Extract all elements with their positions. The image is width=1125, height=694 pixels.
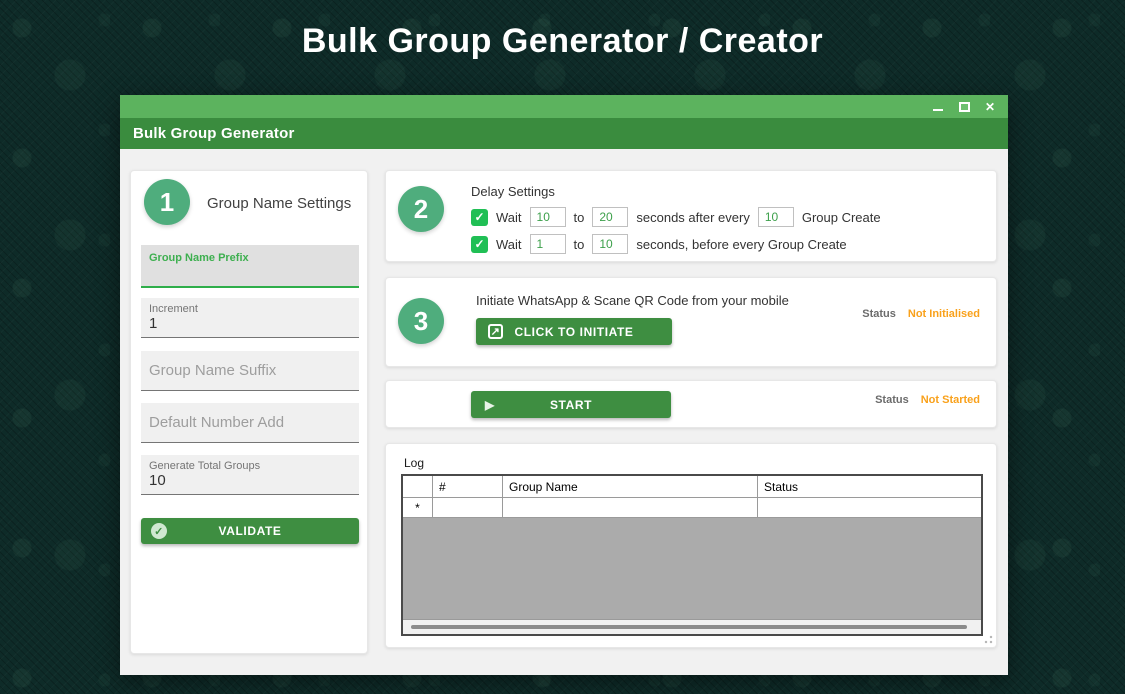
start-status-value: Not Started xyxy=(920,394,980,406)
wait-before-label: Wait xyxy=(496,236,522,252)
verified-badge-icon: ✓ xyxy=(151,523,167,539)
minimize-button[interactable] xyxy=(928,98,948,115)
start-button-label: START xyxy=(549,397,593,412)
log-grid-horizontal-scrollbar[interactable] xyxy=(403,619,981,634)
wait-before-to-input[interactable] xyxy=(592,234,629,254)
column-header-group-name: Group Name xyxy=(503,476,758,497)
start-card: ▶ START Status Not Started xyxy=(385,380,997,428)
launch-icon: ↗ xyxy=(488,324,503,339)
new-row-marker: * xyxy=(403,498,433,517)
delay-settings-title: Delay Settings xyxy=(471,184,555,199)
minimize-icon xyxy=(933,108,943,111)
group-name-prefix-label: Group Name Prefix xyxy=(149,252,249,264)
increment-label: Increment xyxy=(149,303,198,315)
scrollbar-thumb[interactable] xyxy=(411,625,967,629)
initiate-button-label: CLICK TO INITIATE xyxy=(514,324,634,339)
initiate-status-value: Not Initialised xyxy=(907,308,980,320)
row-selector-header xyxy=(403,476,433,497)
seconds-before-every-label: seconds, before every Group Create xyxy=(636,236,847,252)
new-row-cell-number[interactable] xyxy=(433,498,503,517)
window-title: Bulk Group Generator xyxy=(120,118,1008,149)
play-icon: ▶ xyxy=(485,397,495,412)
initiate-card: 3 Initiate WhatsApp & Scane QR Code from… xyxy=(385,277,997,367)
step-3-badge: 3 xyxy=(398,298,444,344)
group-create-label: Group Create xyxy=(801,209,881,225)
group-name-suffix-field[interactable] xyxy=(141,351,359,391)
wait-before-from-input[interactable] xyxy=(529,234,566,254)
group-name-prefix-input[interactable] xyxy=(141,264,359,281)
validate-button[interactable]: ✓ VALIDATE xyxy=(141,518,359,544)
generate-total-groups-label: Generate Total Groups xyxy=(149,460,261,472)
initiate-status-row: Status Not Initialised xyxy=(862,308,980,320)
click-to-initiate-button[interactable]: ↗ CLICK TO INITIATE xyxy=(476,318,672,345)
default-number-add-input[interactable] xyxy=(141,403,359,442)
page-title: Bulk Group Generator / Creator xyxy=(301,22,824,60)
new-row-cell-group-name[interactable] xyxy=(503,498,758,517)
log-grid-header: # Group Name Status xyxy=(403,476,981,498)
initiate-status-label: Status xyxy=(862,308,896,320)
check-icon: ✓ xyxy=(474,209,485,224)
start-status-row: Status Not Started xyxy=(875,394,980,406)
wait-after-checkbox[interactable]: ✓ xyxy=(471,208,488,226)
check-icon: ✓ xyxy=(474,236,485,251)
window-control-strip: ✕ xyxy=(120,95,1008,118)
new-row-cell-status[interactable] xyxy=(758,498,981,517)
start-button[interactable]: ▶ START xyxy=(471,391,671,418)
step-1-title: Group Name Settings xyxy=(207,195,352,212)
resize-grip[interactable] xyxy=(984,635,993,644)
wait-after-label: Wait xyxy=(496,209,522,225)
group-name-prefix-field[interactable]: Group Name Prefix xyxy=(141,245,359,288)
column-header-number: # xyxy=(433,476,503,497)
increment-field[interactable]: Increment xyxy=(141,298,359,338)
column-header-status: Status xyxy=(764,479,799,494)
seconds-after-every-label: seconds after every xyxy=(636,209,750,225)
wait-after-to-input[interactable] xyxy=(592,207,629,227)
close-button[interactable]: ✕ xyxy=(980,98,1000,115)
step-2-badge: 2 xyxy=(398,186,444,232)
delay-after-row: ✓ Wait to seconds after every Group Crea… xyxy=(471,207,881,227)
group-name-suffix-input[interactable] xyxy=(141,351,359,390)
log-grid-new-row: * xyxy=(403,498,981,518)
log-card: Log # Group Name Status * xyxy=(385,443,997,648)
log-title: Log xyxy=(404,456,425,470)
log-grid: # Group Name Status * xyxy=(401,474,983,636)
delay-settings-card: 2 Delay Settings ✓ Wait to seconds after… xyxy=(385,170,997,262)
app-window: ✕ Bulk Group Generator 1 Group Name Sett… xyxy=(120,95,1008,675)
validate-button-label: VALIDATE xyxy=(218,524,282,538)
step-1-badge: 1 xyxy=(144,179,190,225)
delay-before-row: ✓ Wait to seconds, before every Group Cr… xyxy=(471,234,847,254)
default-number-add-field[interactable] xyxy=(141,403,359,443)
generate-total-groups-input[interactable] xyxy=(141,472,359,489)
generate-total-groups-field[interactable]: Generate Total Groups xyxy=(141,455,359,495)
window-body: 1 Group Name Settings Group Name Prefix … xyxy=(120,149,1008,675)
log-grid-empty-area xyxy=(403,518,981,619)
close-icon: ✕ xyxy=(984,99,996,114)
to-label-1: to xyxy=(573,209,585,225)
group-create-count-input[interactable] xyxy=(757,207,794,227)
increment-input[interactable] xyxy=(141,315,359,332)
start-status-label: Status xyxy=(875,394,909,406)
maximize-icon xyxy=(958,101,970,112)
initiate-instruction: Initiate WhatsApp & Scane QR Code from y… xyxy=(476,293,789,308)
to-label-2: to xyxy=(573,236,585,252)
wait-before-checkbox[interactable]: ✓ xyxy=(471,235,488,253)
maximize-button[interactable] xyxy=(954,98,974,115)
wait-after-from-input[interactable] xyxy=(529,207,566,227)
group-name-settings-card: 1 Group Name Settings Group Name Prefix … xyxy=(130,170,368,654)
